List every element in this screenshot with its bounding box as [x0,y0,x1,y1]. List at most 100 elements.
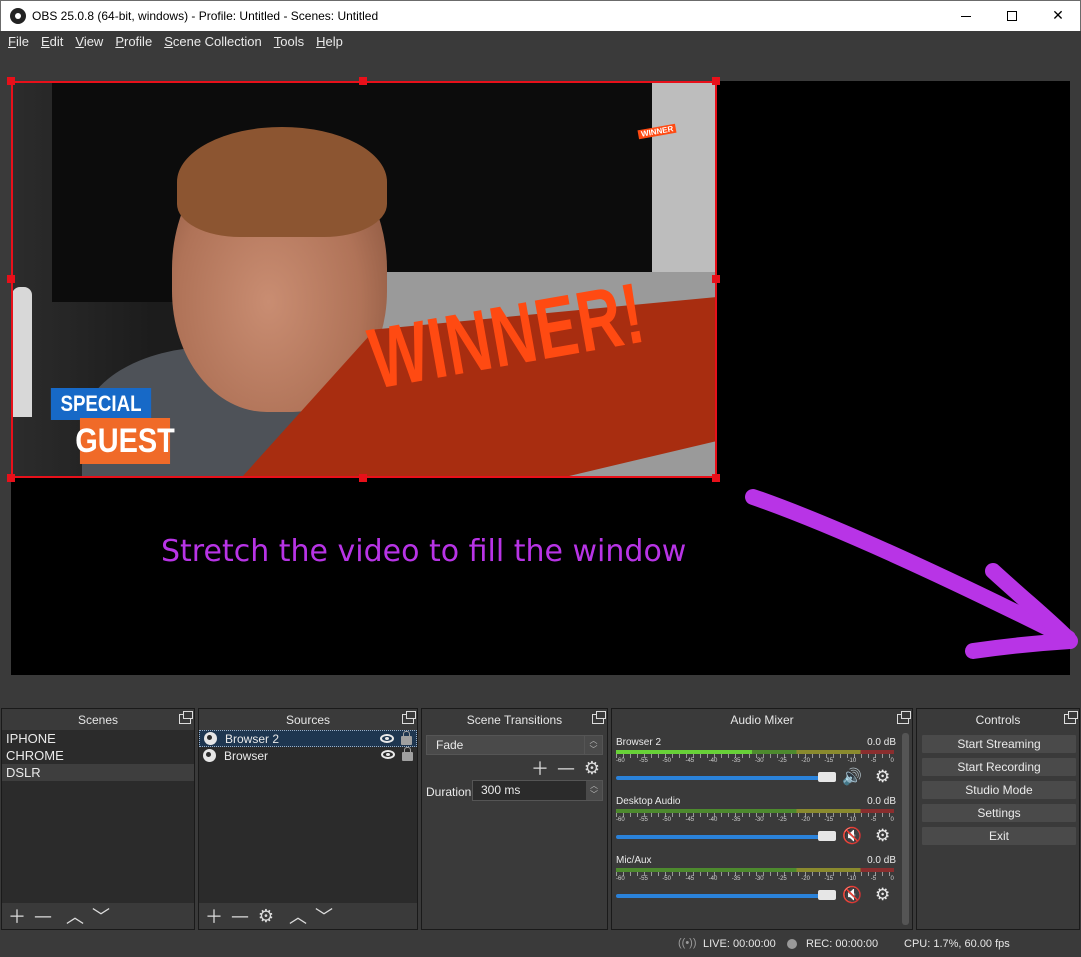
minimize-button[interactable] [943,1,989,31]
mixer-scrollbar[interactable] [902,733,909,925]
resize-handle-bottom-right[interactable] [712,474,720,482]
scenes-dock: Scenes IPHONE CHROME DSLR ＋ — ︿ ﹀ [1,708,195,930]
menu-item-tools[interactable]: Tools [268,34,310,49]
visibility-eye-icon[interactable] [381,750,395,759]
obs-logo-icon [10,8,26,24]
menu-item-profile[interactable]: Profile [109,34,158,49]
menu-item-scene-collection[interactable]: Scene Collection [158,34,268,49]
browser-source-globe-icon [203,749,216,762]
add-transition-button[interactable]: ＋ [529,757,551,780]
lock-icon[interactable] [402,747,413,761]
resize-handle-top[interactable] [359,77,367,85]
meter-scale-tick: -5 [870,817,877,823]
scenes-toolbar: ＋ — ︿ ﹀ [2,903,194,929]
remove-source-button[interactable]: — [229,905,251,927]
remove-scene-button[interactable]: — [32,905,54,927]
start-recording-button[interactable]: Start Recording [921,757,1077,777]
undock-icon[interactable] [592,711,606,724]
transition-selected-value: Fade [436,738,464,752]
menu-item-file[interactable]: File [2,34,35,49]
speaker-icon[interactable]: 🔊 [842,768,864,786]
resize-handle-bottom-left[interactable] [7,474,15,482]
move-scene-down-button[interactable]: ﹀ [90,905,112,928]
annotation-arrow-icon [745,489,1078,659]
transition-select[interactable]: Fade ︿ ﹀ [426,735,603,755]
meter-scale-tick: -25 [778,817,787,823]
meter-scale-tick: -20 [801,876,810,882]
meter-scale-tick: -45 [685,758,695,764]
move-source-up-button[interactable]: ︿ [287,905,309,928]
source-item-browser-2[interactable]: Browser 2 [199,730,417,747]
channel-name: Mic/Aux [616,855,652,866]
meter-scale: -60 -55 -50 -45 -40 -35 -30 -25 -20 -15 -10 -5 0 [616,758,894,764]
muted-speaker-icon[interactable]: 🔇 [842,886,864,904]
resize-handle-top-left[interactable] [7,77,15,85]
source-properties-gear-icon[interactable]: ⚙ [255,905,277,927]
menu-mnemonic: H [316,34,326,49]
menu-label: rofile [124,34,153,49]
rec-timer: REC: 00:00:00 [806,938,879,950]
undock-icon[interactable] [402,711,416,724]
resize-handle-bottom[interactable] [359,474,367,482]
scene-item-dslr[interactable]: DSLR [2,764,194,781]
meter-scale-tick: -60 [616,817,625,823]
menu-label: ile [15,34,29,49]
resize-handle-left[interactable] [7,275,15,283]
menu-item-help[interactable]: Help [310,34,349,49]
volume-slider[interactable] [616,776,834,780]
gear-icon[interactable]: ⚙ [875,768,893,786]
scene-item-chrome[interactable]: CHROME [2,747,194,764]
tutorial-annotation: Stretch the video to fill the window [161,534,687,569]
gear-icon[interactable]: ⚙ [875,886,893,904]
meter-scale-tick: -15 [824,817,834,823]
meter-scale-tick: 0 [890,758,894,764]
meter-scale-tick: -60 [616,758,625,764]
transition-properties-gear-icon[interactable]: ⚙ [581,757,603,779]
lock-icon[interactable] [401,731,412,745]
add-scene-button[interactable]: ＋ [6,905,28,928]
remove-transition-button[interactable]: — [555,757,577,779]
start-streaming-button[interactable]: Start Streaming [921,734,1077,754]
controls-title: Controls [975,712,1021,727]
volume-slider[interactable] [616,835,834,839]
undock-icon[interactable] [897,711,911,724]
volume-slider[interactable] [616,894,834,898]
volume-slider-handle[interactable] [818,890,836,900]
resize-handle-top-right[interactable] [712,77,720,85]
maximize-button[interactable] [989,1,1035,31]
move-scene-up-button[interactable]: ︿ [64,905,86,928]
source-item-browser[interactable]: Browser [199,747,417,764]
menu-item-view[interactable]: View [69,34,109,49]
gear-icon[interactable]: ⚙ [875,827,893,845]
channel-db: 0.0 dB [867,796,896,807]
channel-db: 0.0 dB [867,855,896,866]
move-source-down-button[interactable]: ﹀ [313,905,335,928]
channel-name: Desktop Audio [616,796,681,807]
source-selection-box[interactable] [11,81,717,478]
undock-icon[interactable] [179,711,193,724]
duration-value: 300 ms [481,783,521,797]
add-source-button[interactable]: ＋ [203,905,225,928]
scene-item-iphone[interactable]: IPHONE [2,730,194,747]
close-button[interactable]: ✕ [1035,1,1081,31]
studio-mode-button[interactable]: Studio Mode [921,780,1077,800]
meter-scale-tick: 0 [890,817,894,823]
meter-scale-tick: -40 [708,817,718,823]
volume-slider-handle[interactable] [818,831,836,841]
volume-slider-handle[interactable] [818,772,836,782]
muted-speaker-icon[interactable]: 🔇 [842,827,864,845]
duration-stepper[interactable]: ︿ ﹀ [586,781,602,800]
visibility-eye-icon[interactable] [380,734,394,743]
resize-handle-right[interactable] [712,275,720,283]
settings-button[interactable]: Settings [921,803,1077,823]
menu-label: elp [325,34,343,49]
undock-icon[interactable] [1064,711,1078,724]
exit-button[interactable]: Exit [921,826,1077,846]
meter-scale-tick: -25 [778,876,787,882]
meter-scale-tick: -35 [731,758,741,764]
menu-item-edit[interactable]: Edit [35,34,69,49]
meter-scale-tick: -30 [754,817,764,823]
source-list: Browser 2 Browser [199,730,417,764]
duration-input[interactable]: 300 ms ︿ ﹀ [472,780,603,801]
menu-label: ools [280,34,305,49]
